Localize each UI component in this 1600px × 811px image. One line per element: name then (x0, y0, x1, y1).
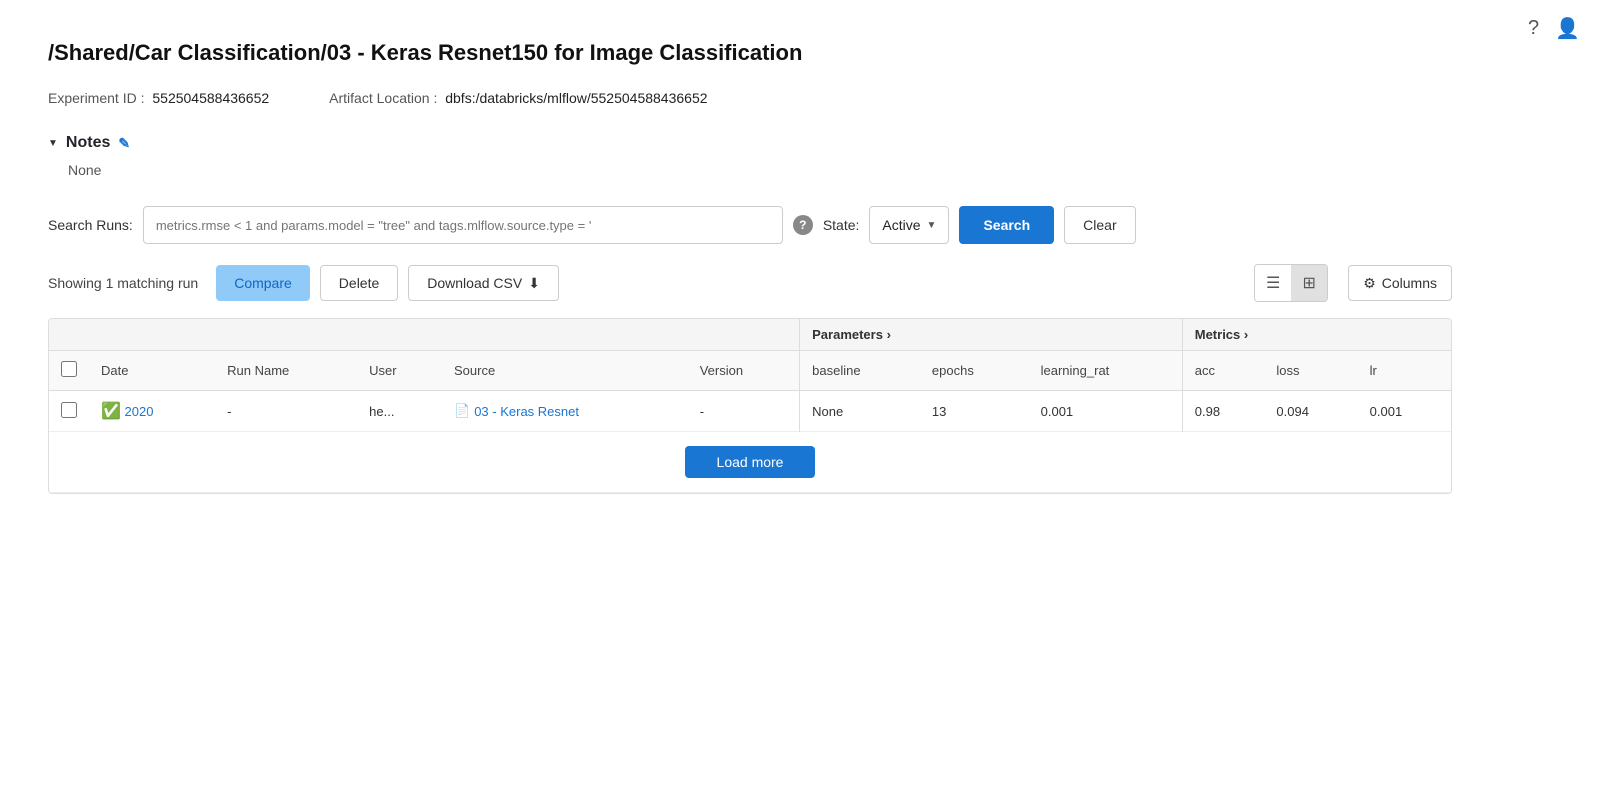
search-runs-label: Search Runs: (48, 217, 133, 233)
experiment-id-value: 552504588436652 (152, 90, 269, 106)
row-user: he... (357, 391, 442, 432)
row-epochs: 13 (920, 391, 1029, 432)
download-csv-button[interactable]: Download CSV ⬇ (408, 265, 559, 301)
row-version: - (688, 391, 800, 432)
list-view-button[interactable]: ☰ (1255, 265, 1291, 301)
clear-button[interactable]: Clear (1064, 206, 1135, 244)
actions-row: Showing 1 matching run Compare Delete Do… (48, 264, 1452, 302)
help-icon[interactable]: ? (1528, 17, 1539, 40)
row-acc: 0.98 (1182, 391, 1264, 432)
columns-label: Columns (1382, 275, 1437, 291)
table-row: ✅ 2020 - he... 📄 03 - Keras Resnet - Non… (49, 391, 1451, 432)
col-learning-rate: learning_rat (1029, 351, 1183, 391)
row-source: 📄 03 - Keras Resnet (442, 391, 688, 432)
artifact-location-block: Artifact Location : dbfs:/databricks/mlf… (329, 90, 707, 106)
empty-group-header (49, 319, 800, 351)
source-link[interactable]: 📄 03 - Keras Resnet (454, 403, 676, 419)
notes-label: Notes (66, 134, 110, 152)
col-checkbox (49, 351, 89, 391)
main-content: /Shared/Car Classification/03 - Keras Re… (0, 0, 1500, 534)
notes-collapse-icon: ▼ (48, 138, 58, 149)
notes-content: None (48, 162, 1452, 178)
compare-button[interactable]: Compare (216, 265, 310, 301)
state-dropdown-value: Active (882, 217, 920, 233)
col-loss: loss (1264, 351, 1357, 391)
metrics-group-header: Metrics › (1182, 319, 1451, 351)
table-body: ✅ 2020 - he... 📄 03 - Keras Resnet - Non… (49, 391, 1451, 493)
state-label: State: (823, 217, 860, 233)
search-runs-row: Search Runs: ? State: Active ▼ Search Cl… (48, 206, 1452, 244)
chevron-down-icon: ▼ (927, 220, 937, 231)
runs-table-wrapper: Parameters › Metrics › Date Run Name Use… (48, 318, 1452, 494)
row-run-name: - (215, 391, 357, 432)
row-loss: 0.094 (1264, 391, 1357, 432)
page-title: /Shared/Car Classification/03 - Keras Re… (48, 40, 1452, 66)
row-checkbox-cell (49, 391, 89, 432)
col-version: Version (688, 351, 800, 391)
notes-header[interactable]: ▼ Notes ✎ (48, 134, 1452, 152)
delete-button[interactable]: Delete (320, 265, 398, 301)
col-epochs: epochs (920, 351, 1029, 391)
notes-edit-icon[interactable]: ✎ (118, 135, 130, 152)
load-more-row: Load more (49, 432, 1451, 493)
artifact-location-label: Artifact Location : (329, 90, 437, 106)
meta-row: Experiment ID : 552504588436652 Artifact… (48, 90, 1452, 106)
row-learning-rate: 0.001 (1029, 391, 1183, 432)
col-baseline: baseline (800, 351, 920, 391)
col-acc: acc (1182, 351, 1264, 391)
col-date: Date (89, 351, 215, 391)
col-run-name: Run Name (215, 351, 357, 391)
artifact-location-value: dbfs:/databricks/mlflow/552504588436652 (445, 90, 707, 106)
run-date-link[interactable]: 2020 (125, 404, 154, 419)
row-checkbox[interactable] (61, 402, 77, 418)
state-dropdown[interactable]: Active ▼ (869, 206, 949, 244)
load-more-button[interactable]: Load more (685, 446, 816, 478)
search-input[interactable] (143, 206, 783, 244)
view-toggle: ☰ ⊞ (1254, 264, 1328, 302)
source-file-icon: 📄 (454, 403, 470, 419)
row-baseline: None (800, 391, 920, 432)
experiment-id-block: Experiment ID : 552504588436652 (48, 90, 269, 106)
user-icon[interactable]: 👤 (1555, 16, 1580, 41)
select-all-checkbox[interactable] (61, 361, 77, 377)
row-lr: 0.001 (1358, 391, 1451, 432)
col-user: User (357, 351, 442, 391)
columns-button[interactable]: ⚙ Columns (1348, 265, 1452, 301)
experiment-id-label: Experiment ID : (48, 90, 144, 106)
parameters-group-header: Parameters › (800, 319, 1183, 351)
download-csv-label: Download CSV (427, 275, 522, 291)
top-bar: ? 👤 (1528, 16, 1580, 41)
notes-section: ▼ Notes ✎ None (48, 134, 1452, 178)
columns-gear-icon: ⚙ (1363, 275, 1376, 292)
runs-table: Parameters › Metrics › Date Run Name Use… (49, 319, 1451, 493)
grid-view-button[interactable]: ⊞ (1291, 265, 1327, 301)
group-header-row: Parameters › Metrics › (49, 319, 1451, 351)
run-status-icon: ✅ (101, 403, 121, 420)
showing-label: Showing 1 matching run (48, 275, 198, 291)
download-icon: ⬇ (528, 275, 540, 292)
search-button[interactable]: Search (959, 206, 1054, 244)
column-header-row: Date Run Name User Source Version baseli… (49, 351, 1451, 391)
col-lr: lr (1358, 351, 1451, 391)
search-help-icon[interactable]: ? (793, 215, 813, 235)
row-date: ✅ 2020 (89, 391, 215, 432)
load-more-cell: Load more (49, 432, 1451, 493)
col-source: Source (442, 351, 688, 391)
